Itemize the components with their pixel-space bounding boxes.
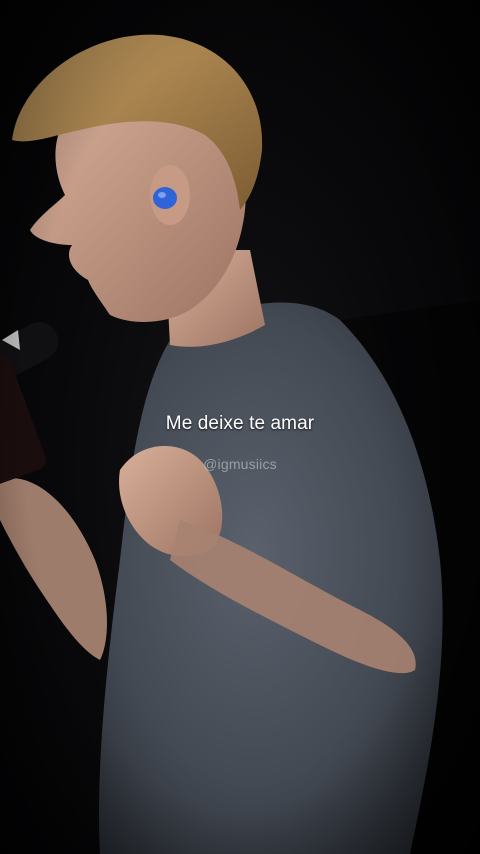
video-frame[interactable]: Me deixe te amar @igmusiics <box>0 0 480 854</box>
watermark-handle: @igmusiics <box>203 456 277 472</box>
lyric-caption: Me deixe te amar <box>165 413 315 434</box>
